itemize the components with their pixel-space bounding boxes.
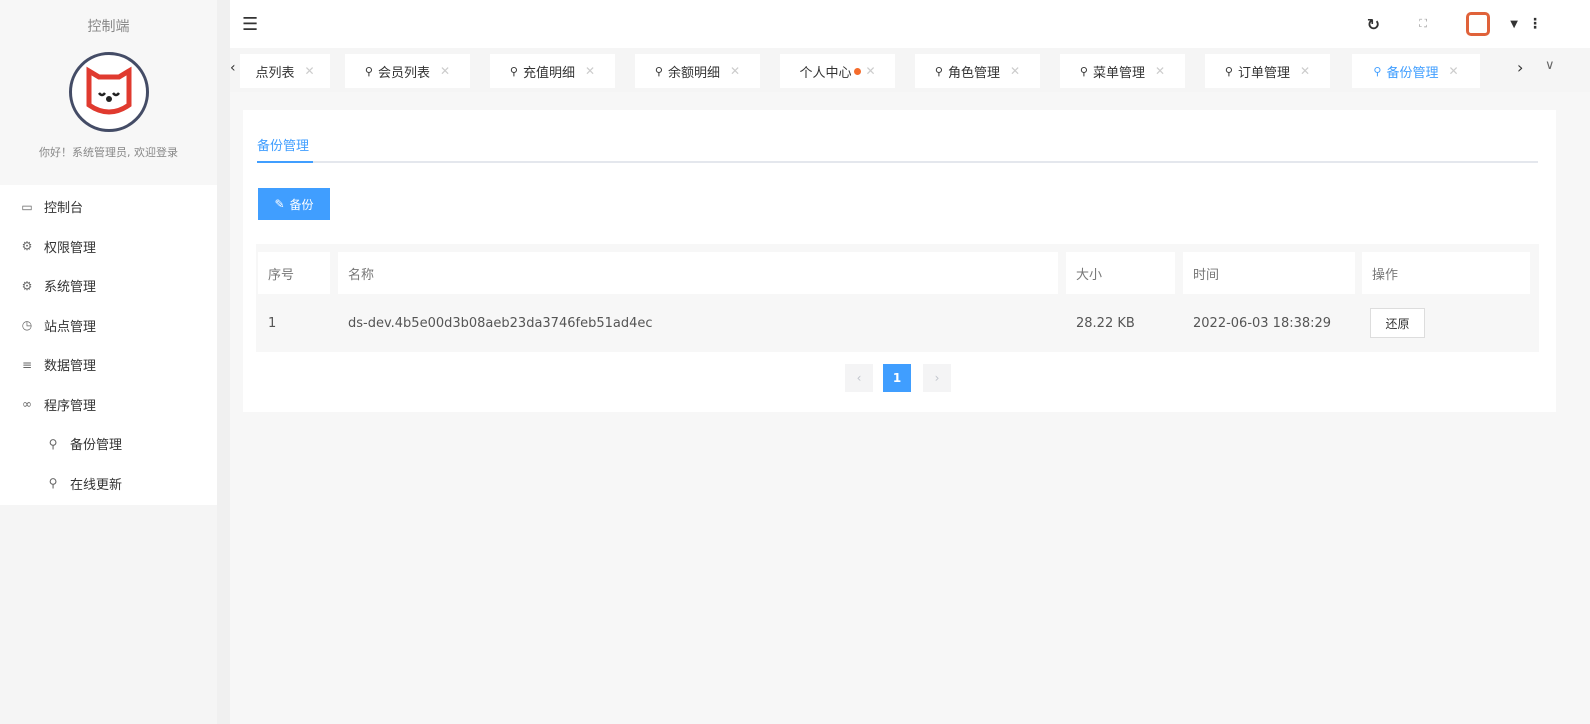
- restore-button[interactable]: 还原: [1370, 308, 1425, 338]
- col-header: 时间: [1183, 252, 1355, 294]
- label: 备份: [289, 197, 314, 212]
- sidebar: 控制端 你好！系统管理员, 欢迎登录 ▭ 控制台 ⚙ 权限管理 ⚙ 系统管理 ◷ 站点管…: [0, 0, 217, 724]
- palm-icon: ⚲: [1373, 64, 1382, 78]
- tab-label: 角色管理: [947, 65, 1000, 81]
- close-icon[interactable]: ✕: [1010, 64, 1020, 78]
- palm-icon: ⚲: [364, 64, 373, 78]
- backup-button[interactable]: ✎ 备份: [258, 188, 330, 220]
- label: 程序管理: [44, 398, 97, 414]
- chevron-down-icon[interactable]: ∨: [1545, 58, 1555, 73]
- sidebar-item-data[interactable]: ≡ 数据管理: [0, 345, 217, 385]
- sidebar-item-online-update[interactable]: ⚲ 在线更新: [0, 464, 217, 504]
- tab-bar: ‹ 点列表 ✕ ⚲ 会员列表 ✕ ⚲ 充值明细 ✕ ⚲ 余额明细 ✕ 个人中心 ✕ ⚲ 角色管理 ✕…: [230, 48, 1590, 92]
- page-button[interactable]: 1: [883, 364, 911, 392]
- palm-icon: ⚲: [48, 436, 58, 451]
- gear-icon: ⚙: [21, 239, 33, 254]
- tab-label: 订单管理: [1237, 65, 1290, 81]
- scroll-left-icon[interactable]: ‹: [230, 60, 236, 76]
- palm-icon: ⚲: [934, 64, 943, 78]
- close-icon[interactable]: ✕: [1300, 64, 1310, 78]
- palm-icon: ⚲: [509, 64, 518, 78]
- tab-label: 菜单管理: [1092, 65, 1145, 81]
- close-icon[interactable]: ✕: [730, 64, 740, 78]
- sidebar-item-sites[interactable]: ◷ 站点管理: [0, 306, 217, 346]
- close-icon[interactable]: ✕: [1155, 64, 1165, 78]
- sidebar-menu: ▭ 控制台 ⚙ 权限管理 ⚙ 系统管理 ◷ 站点管理 ≡ 数据管理 ∞ 程序管理 ⚲ 备份管理…: [0, 185, 217, 505]
- edit-icon: ✎: [274, 197, 285, 211]
- more-vertical-icon[interactable]: ⋮: [1528, 16, 1542, 32]
- palm-icon: ⚲: [1079, 64, 1088, 78]
- label: 系统管理: [44, 280, 97, 296]
- label: 控制台: [44, 201, 84, 217]
- tab-5[interactable]: ⚲ 角色管理 ✕: [915, 54, 1040, 88]
- list-icon: ≡: [21, 357, 33, 372]
- tab-label: 充值明细: [522, 65, 575, 81]
- top-header: ☰ ↻ ⛶ ▼ ⋮: [230, 0, 1590, 48]
- fullscreen-icon[interactable]: ⛶: [1419, 17, 1427, 31]
- cat-logo-icon: [86, 66, 131, 115]
- tab-divider: [257, 161, 1538, 163]
- tab-label: 备份管理: [1386, 65, 1439, 81]
- menu-fold-icon[interactable]: ☰: [242, 14, 258, 35]
- tab-label: 点列表: [255, 65, 295, 81]
- tab-label: 个人中心: [799, 65, 852, 81]
- sidebar-item-backup[interactable]: ⚲ 备份管理: [0, 424, 217, 464]
- palm-icon: ⚲: [1224, 64, 1233, 78]
- palm-icon: ⚲: [48, 476, 58, 491]
- tab-indicator: [257, 161, 313, 163]
- content-card: 备份管理 ✎ 备份 序号 名称 大小 时间 操作 1 ds-dev.4b5e00d…: [243, 110, 1556, 412]
- close-icon[interactable]: ✕: [1449, 64, 1459, 78]
- label: 站点管理: [44, 319, 97, 335]
- cell-index: 1: [268, 315, 277, 331]
- next-page-button[interactable]: ›: [923, 364, 951, 392]
- col-header: 序号: [258, 252, 330, 294]
- sidebar-item-dashboard[interactable]: ▭ 控制台: [0, 187, 217, 227]
- close-icon[interactable]: ✕: [304, 64, 314, 78]
- content-tab[interactable]: 备份管理: [257, 135, 309, 154]
- prev-page-button[interactable]: ‹: [845, 364, 873, 392]
- cell-name: ds-dev.4b5e00d3b08aeb23da3746feb51ad4ec: [348, 315, 653, 331]
- label: 数据管理: [44, 359, 97, 375]
- col-header: 操作: [1362, 252, 1530, 294]
- link-icon: ∞: [22, 397, 32, 412]
- tab-2[interactable]: ⚲ 充值明细 ✕: [490, 54, 615, 88]
- tab-7[interactable]: ⚲ 订单管理 ✕: [1205, 54, 1330, 88]
- tab-8-active[interactable]: ⚲ 备份管理 ✕: [1352, 54, 1480, 88]
- tab-label: 会员列表: [377, 65, 430, 81]
- label: 在线更新: [70, 477, 123, 493]
- refresh-icon[interactable]: ↻: [1367, 15, 1380, 34]
- notification-dot: [854, 67, 862, 75]
- user-avatar[interactable]: [1466, 12, 1490, 36]
- avatar: [68, 52, 149, 132]
- cell-time: 2022-06-03 18:38:29: [1193, 315, 1332, 331]
- tab-0[interactable]: 点列表 ✕: [240, 54, 330, 88]
- sidebar-item-permissions[interactable]: ⚙ 权限管理: [0, 227, 217, 267]
- clock-icon: ◷: [21, 318, 33, 333]
- label: 备份管理: [70, 438, 123, 454]
- close-icon[interactable]: ✕: [865, 64, 875, 78]
- monitor-icon: ▭: [21, 199, 33, 214]
- tab-1[interactable]: ⚲ 会员列表 ✕: [345, 54, 470, 88]
- palm-icon: ⚲: [654, 64, 663, 78]
- col-header: 名称: [338, 252, 1058, 294]
- cell-size: 28.22 KB: [1076, 315, 1135, 331]
- sidebar-title: 控制端: [87, 19, 130, 35]
- greeting: 你好！系统管理员, 欢迎登录: [39, 146, 178, 159]
- tab-3[interactable]: ⚲ 余额明细 ✕: [635, 54, 760, 88]
- close-icon[interactable]: ✕: [440, 64, 450, 78]
- scroll-right-icon[interactable]: ›: [1517, 58, 1523, 77]
- caret-down-icon[interactable]: ▼: [1510, 19, 1518, 30]
- gear-icon: ⚙: [21, 278, 33, 293]
- col-header: 大小: [1066, 252, 1175, 294]
- label: 权限管理: [44, 240, 97, 256]
- backup-table: 序号 名称 大小 时间 操作 1 ds-dev.4b5e00d3b08aeb23…: [256, 244, 1539, 352]
- sidebar-item-program[interactable]: ∞ 程序管理: [0, 385, 217, 425]
- tab-label: 余额明细: [667, 65, 720, 81]
- sidebar-item-system[interactable]: ⚙ 系统管理: [0, 266, 217, 306]
- tab-4[interactable]: 个人中心 ✕: [780, 54, 895, 88]
- divider: [217, 0, 230, 724]
- tab-6[interactable]: ⚲ 菜单管理 ✕: [1060, 54, 1185, 88]
- close-icon[interactable]: ✕: [585, 64, 595, 78]
